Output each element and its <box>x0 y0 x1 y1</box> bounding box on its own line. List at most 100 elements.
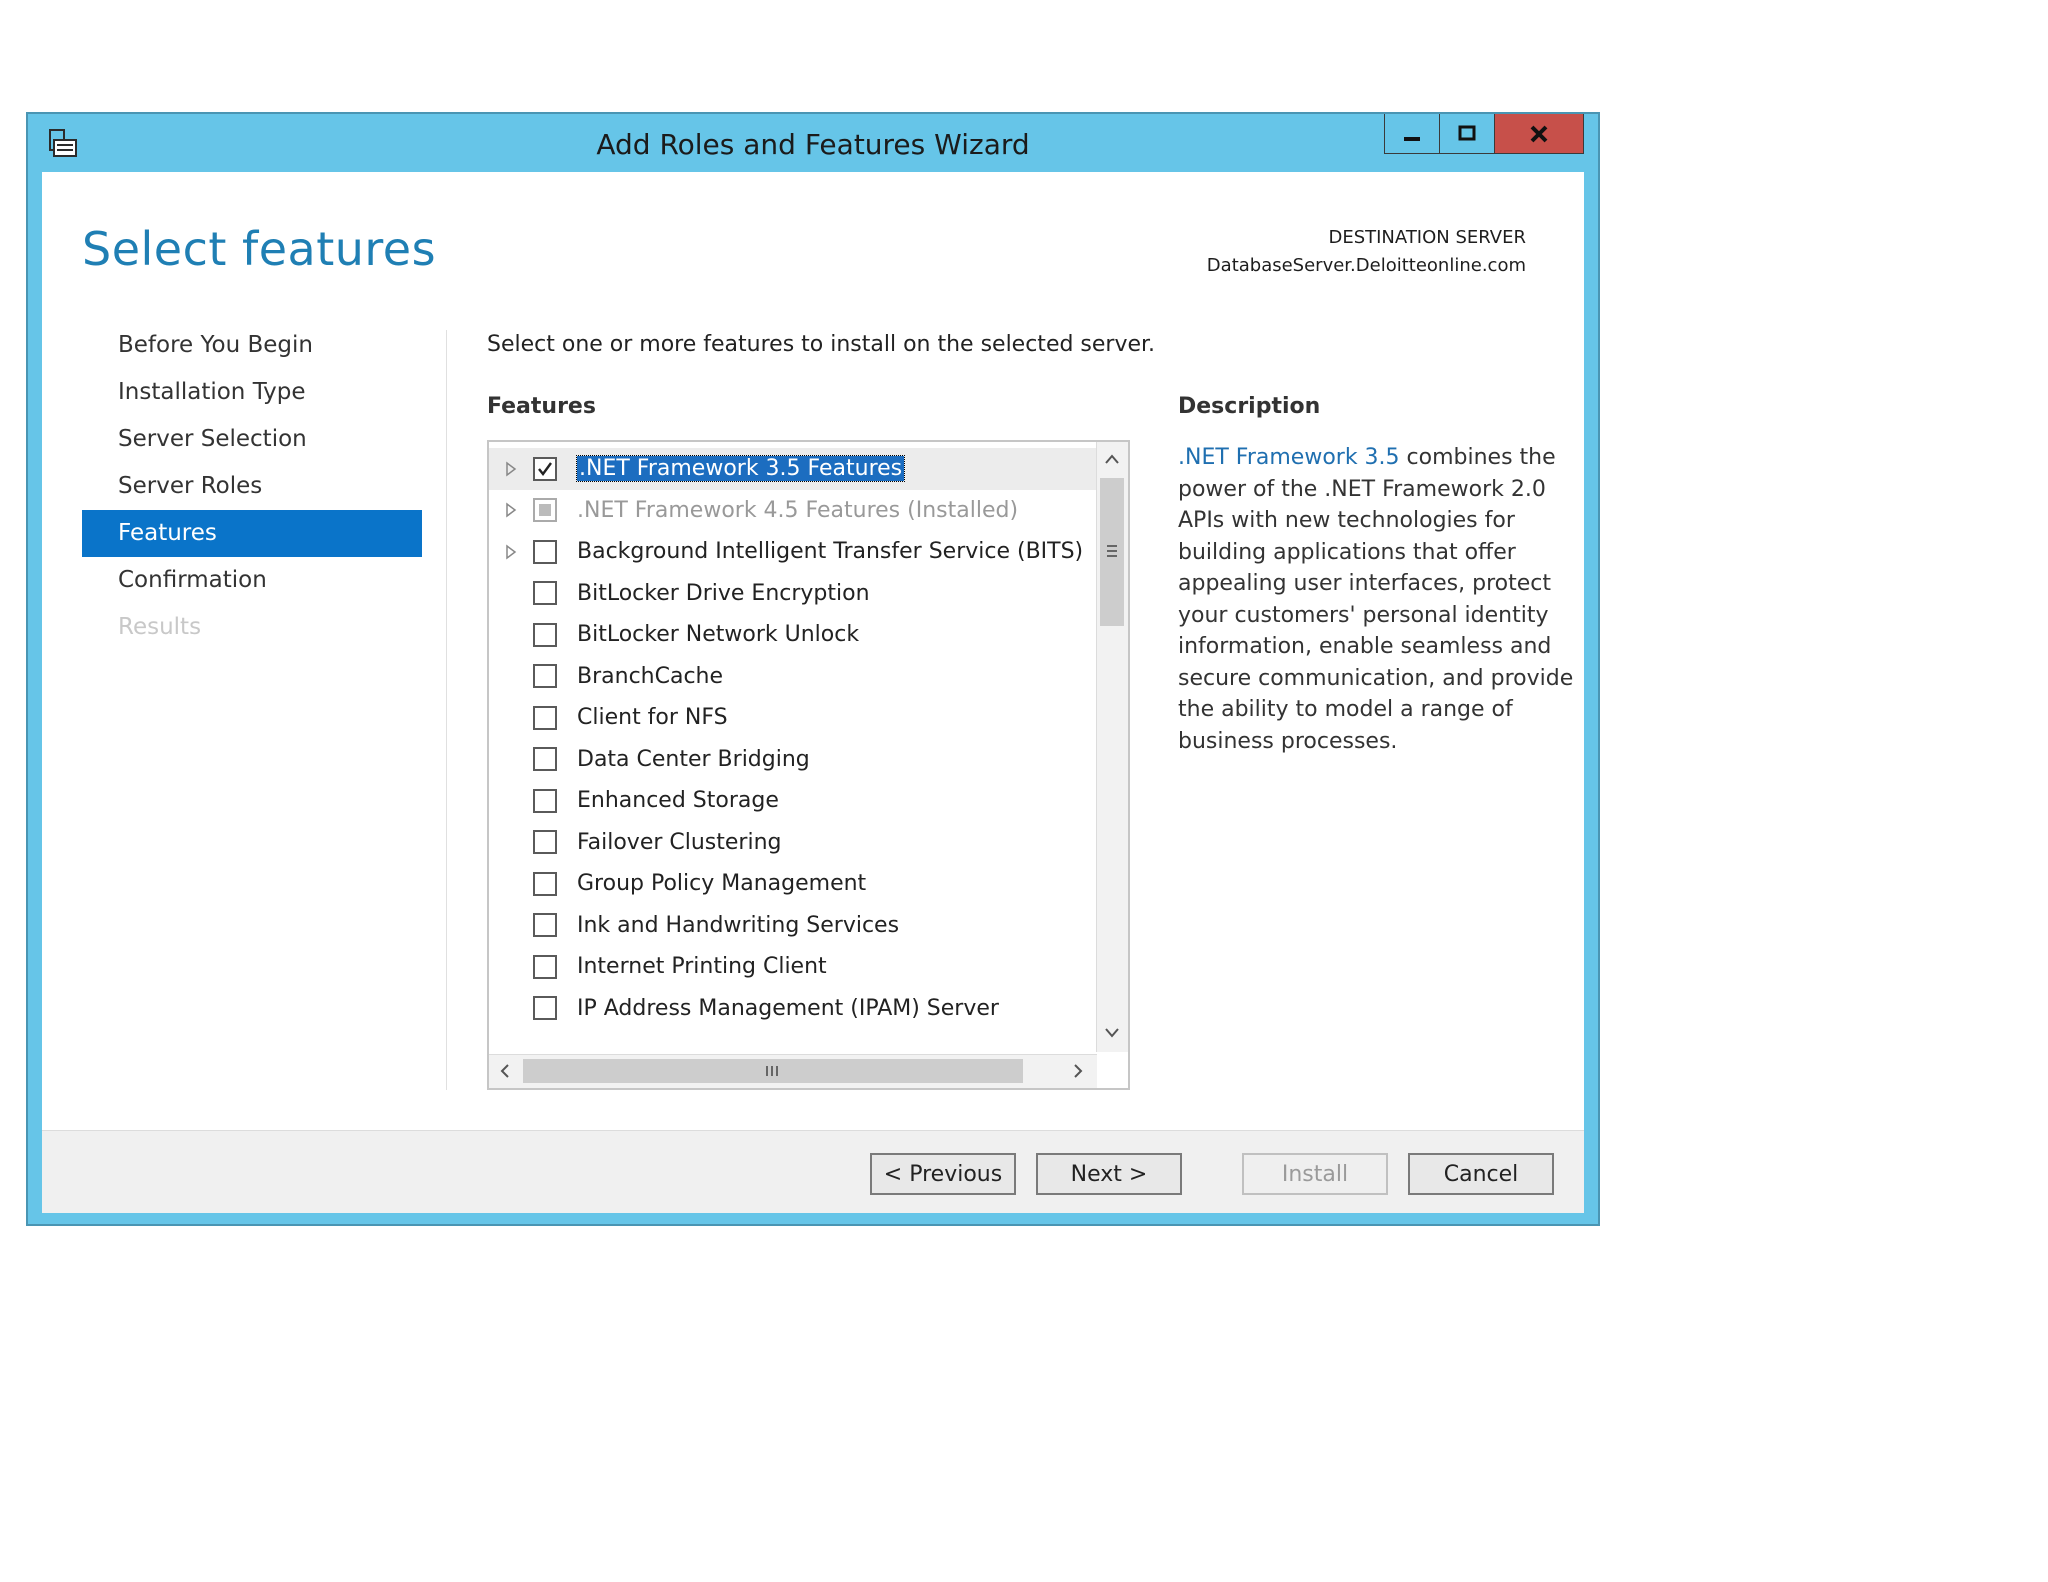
feature-label: IP Address Management (IPAM) Server <box>577 995 999 1021</box>
partial-check-icon <box>539 504 551 517</box>
nav-step-features[interactable]: Features <box>82 510 422 557</box>
feature-row[interactable]: Data Center Bridging <box>489 739 1097 781</box>
feature-label: Client for NFS <box>577 705 728 731</box>
scroll-up-button[interactable] <box>1097 442 1127 476</box>
scroll-down-button[interactable] <box>1097 1016 1127 1050</box>
feature-row[interactable]: Failover Clustering <box>489 822 1097 864</box>
feature-label: Data Center Bridging <box>577 746 810 772</box>
feature-checkbox[interactable] <box>533 830 557 855</box>
feature-checkbox[interactable] <box>533 622 557 647</box>
feature-label: Internet Printing Client <box>577 954 827 980</box>
feature-checkbox[interactable] <box>533 788 557 813</box>
previous-button[interactable]: < Previous <box>870 1153 1016 1195</box>
feature-checkbox[interactable] <box>533 705 557 730</box>
chevron-down-icon <box>1105 1028 1119 1038</box>
window-title: Add Roles and Features Wizard <box>596 128 1030 161</box>
nav-step-confirmation[interactable]: Confirmation <box>82 557 422 604</box>
vertical-scrollbar[interactable] <box>1096 442 1128 1052</box>
expand-toggle[interactable] <box>489 544 533 560</box>
install-button: Install <box>1242 1153 1388 1195</box>
nav-step-before-you-begin[interactable]: Before You Begin <box>82 322 422 369</box>
wizard-client-area: Select features DESTINATION SERVER Datab… <box>42 172 1584 1213</box>
feature-row[interactable]: Enhanced Storage <box>489 780 1097 822</box>
minimize-button[interactable] <box>1384 114 1439 154</box>
scroll-left-button[interactable] <box>489 1055 521 1087</box>
features-list[interactable]: .NET Framework 3.5 Features .NET Framewor… <box>487 440 1130 1090</box>
vertical-scroll-thumb[interactable] <box>1100 478 1124 626</box>
feature-row[interactable]: Client for NFS <box>489 697 1097 739</box>
destination-label: DESTINATION SERVER <box>1328 227 1526 248</box>
close-button[interactable] <box>1494 114 1584 154</box>
chevron-up-icon <box>1105 454 1119 464</box>
feature-row[interactable]: IP Address Management (IPAM) Server <box>489 988 1097 1030</box>
window-controls <box>1384 114 1584 154</box>
feature-row[interactable]: Background Intelligent Transfer Service … <box>489 531 1097 573</box>
next-button[interactable]: Next > <box>1036 1153 1182 1195</box>
feature-row[interactable]: Group Policy Management <box>489 863 1097 905</box>
horizontal-scroll-thumb[interactable] <box>523 1059 1023 1083</box>
feature-checkbox[interactable] <box>533 664 557 689</box>
feature-label: Failover Clustering <box>577 829 782 855</box>
feature-checkbox[interactable] <box>533 871 557 896</box>
expand-triangle-icon <box>506 544 517 560</box>
minimize-icon <box>1404 136 1420 141</box>
feature-label: BitLocker Drive Encryption <box>577 580 870 606</box>
feature-label: Enhanced Storage <box>577 788 779 814</box>
description-text: combines the power of the .NET Framework… <box>1178 445 1574 754</box>
expand-toggle[interactable] <box>489 461 533 477</box>
grip-icon <box>766 1066 778 1076</box>
feature-label: BitLocker Network Unlock <box>577 622 860 648</box>
horizontal-scrollbar[interactable] <box>489 1054 1097 1088</box>
feature-checkbox[interactable] <box>533 498 557 523</box>
feature-row[interactable]: Internet Printing Client <box>489 946 1097 988</box>
feature-checkbox[interactable] <box>533 913 557 938</box>
chevron-right-icon <box>1074 1064 1083 1078</box>
feature-label: .NET Framework 3.5 Features <box>575 455 906 483</box>
scroll-right-button[interactable] <box>1061 1055 1095 1087</box>
feature-label: Background Intelligent Transfer Service … <box>577 539 1084 565</box>
feature-row[interactable]: .NET Framework 3.5 Features <box>489 448 1097 490</box>
feature-checkbox[interactable] <box>533 954 557 979</box>
maximize-button[interactable] <box>1439 114 1494 154</box>
nav-step-results: Results <box>118 614 202 640</box>
features-rows: .NET Framework 3.5 Features .NET Framewor… <box>489 448 1097 1052</box>
features-heading: Features <box>487 394 596 419</box>
feature-description: .NET Framework 3.5 combines the power of… <box>1178 442 1578 757</box>
title-bar[interactable]: Add Roles and Features Wizard <box>28 114 1598 172</box>
feature-label: .NET Framework 4.5 Features (Installed) <box>577 497 1019 523</box>
description-feature-link[interactable]: .NET Framework 3.5 <box>1178 445 1400 470</box>
maximize-icon <box>1458 125 1476 140</box>
expand-triangle-icon <box>506 502 517 518</box>
feature-label: Ink and Handwriting Services <box>577 912 900 938</box>
feature-checkbox[interactable] <box>533 747 557 772</box>
destination-server-name: DatabaseServer.Deloitteonline.com <box>1206 255 1526 276</box>
feature-checkbox[interactable] <box>533 581 557 606</box>
cancel-button[interactable]: Cancel <box>1408 1153 1554 1195</box>
feature-row[interactable]: BitLocker Drive Encryption <box>489 573 1097 615</box>
nav-step-server-roles[interactable]: Server Roles <box>82 463 422 510</box>
nav-divider <box>446 330 447 1090</box>
chevron-left-icon <box>500 1064 509 1078</box>
feature-row[interactable]: .NET Framework 4.5 Features (Installed) <box>489 490 1097 532</box>
description-heading: Description <box>1178 394 1321 419</box>
feature-row[interactable]: Ink and Handwriting Services <box>489 905 1097 947</box>
feature-checkbox[interactable] <box>533 456 557 481</box>
nav-step-installation-type[interactable]: Installation Type <box>82 369 422 416</box>
expand-toggle[interactable] <box>489 502 533 518</box>
feature-label: Group Policy Management <box>577 871 867 897</box>
feature-row[interactable]: BranchCache <box>489 656 1097 698</box>
wizard-window: Add Roles and Features Wizard Select fea… <box>26 112 1600 1226</box>
page-title: Select features <box>82 222 437 276</box>
checkmark-icon <box>538 462 552 476</box>
feature-checkbox[interactable] <box>533 996 557 1021</box>
expand-triangle-icon <box>506 461 517 477</box>
feature-row[interactable]: BitLocker Network Unlock <box>489 614 1097 656</box>
feature-label: BranchCache <box>577 663 724 689</box>
feature-checkbox[interactable] <box>533 539 557 564</box>
wizard-footer: < Previous Next > Install Cancel <box>42 1130 1584 1213</box>
destination-server-info: DESTINATION SERVER DatabaseServer.Deloit… <box>1207 224 1526 280</box>
close-icon <box>1530 125 1548 142</box>
nav-step-server-selection[interactable]: Server Selection <box>82 416 422 463</box>
wizard-steps-nav: Before You Begin Installation Type Serve… <box>82 322 422 651</box>
intro-text: Select one or more features to install o… <box>487 332 1156 357</box>
